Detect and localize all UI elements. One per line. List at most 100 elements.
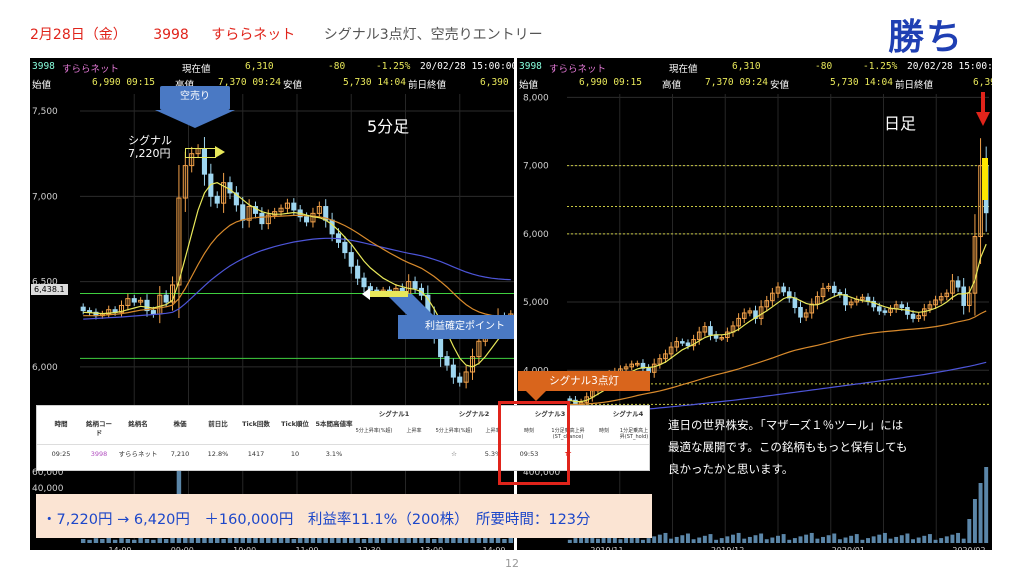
signal-price-label: シグナル 7,220円 (128, 134, 172, 160)
table-header-cell: Tick回数 (242, 420, 270, 428)
short-sell-label: 空売り (180, 91, 210, 102)
candle-body (685, 342, 691, 347)
candle-body (259, 212, 265, 225)
result-label: 勝ち (888, 17, 965, 58)
page-number: 12 (505, 557, 519, 570)
volume-bar (567, 539, 572, 543)
trade-note: シグナル3点灯、空売りエントリー (323, 27, 543, 43)
table-header-cell: 前日比 (208, 420, 228, 428)
volume-bar (691, 539, 696, 543)
volume-bar (502, 539, 507, 543)
volume-bar (899, 535, 904, 543)
short-sell-arrow-icon (155, 110, 235, 128)
table-data-cell: 10 (290, 450, 300, 458)
candle-body (708, 326, 713, 336)
table-header-cell: 5本間高値率 (315, 420, 353, 428)
signal-arrow-head-icon (215, 146, 225, 158)
slide-header: 2月28日（金） 3998 すららネット シグナル3点灯、空売りエントリー (30, 24, 543, 44)
candle-body (831, 285, 837, 293)
table-data-cell: すららネット (118, 450, 158, 458)
table-sub-header: 時刻 (598, 428, 609, 434)
volume-bar (640, 539, 645, 543)
candle-body (329, 219, 335, 235)
candle-body (355, 265, 361, 279)
volume-bar (781, 534, 786, 543)
signal-label-line1: シグナル (128, 134, 172, 147)
table-sub-header: 5分上昇率(%超) (435, 428, 473, 434)
table-header-cell: Tick順位 (281, 420, 309, 428)
volume-bar (894, 536, 899, 543)
signal-label-line2: 7,220円 (128, 147, 171, 160)
volume-bar (646, 538, 651, 543)
volume-bar (100, 539, 105, 543)
volume-bar (714, 539, 719, 543)
table-sub-header: 5分上昇率(%超) (355, 428, 393, 434)
volume-bar (652, 536, 657, 543)
candle-body (412, 281, 418, 289)
comment-line2: 最適な展開です。この銘柄ももっと保有しても (668, 440, 908, 454)
volume-bar (978, 483, 983, 543)
signal-arrow-icon (185, 148, 216, 158)
x-tick-label: 2019/12 (711, 546, 744, 550)
volume-bar (950, 534, 955, 543)
candle-body (304, 216, 310, 223)
volume-bar (933, 539, 938, 543)
volume-bar (849, 535, 854, 543)
volume-bar (163, 539, 169, 543)
down-arrow-icon (981, 92, 985, 114)
volume-bar (657, 534, 662, 543)
table-data-cell: 3998 (90, 450, 108, 458)
x-tick-label: 09:00 (171, 546, 194, 550)
x-tick-label: 14:00 (482, 546, 505, 550)
volume-bar (939, 538, 944, 543)
volume-bar (860, 539, 865, 543)
x-tick-label: 2020/02 (952, 546, 985, 550)
y-tick-label: 6,000 (523, 230, 549, 240)
volume-bar (972, 499, 977, 543)
volume-bar (595, 538, 600, 543)
volume-bar (674, 536, 679, 543)
volume-bar (380, 537, 386, 543)
y-tick-label: 6,000 (32, 363, 58, 373)
volume-bar (310, 537, 316, 543)
volume-bar (854, 534, 859, 543)
gain-summary-box: ・7,220円 → 6,420円 ＋160,000円 利益率11.1%（200株… (36, 494, 652, 538)
volume-bar (119, 538, 124, 543)
volume-bar (697, 537, 702, 543)
take-profit-label: 利益確定ポイント (425, 321, 505, 332)
table-header-cell: 時間 (54, 420, 68, 428)
profit-arrow-head-icon (362, 288, 370, 300)
volume-bar (984, 467, 989, 543)
volume-bar (93, 538, 99, 543)
volume-bar (573, 538, 578, 543)
table-group-header: シグナル4 (612, 410, 644, 418)
candle-body (680, 341, 685, 344)
candle-body (781, 286, 786, 293)
x-tick-label: 14:00 (108, 546, 131, 550)
table-sub-header: 1分足乗高上昇(ST_hold) (619, 428, 649, 440)
volume-bar (826, 535, 831, 543)
volume-bar (151, 539, 156, 543)
candle-body (961, 286, 966, 306)
comment-line1: 連日の世界株安。「マザーズ１％ツール」には (668, 418, 904, 432)
y-tick-label: 5,000 (523, 298, 549, 308)
x-tick-label: 13:00 (420, 546, 443, 550)
signal3-highlight-box (498, 401, 570, 485)
volume-bar (837, 539, 842, 543)
volume-bar (431, 539, 437, 543)
volume-bar (618, 539, 623, 543)
candle-body (163, 294, 169, 303)
signal3-callout: シグナル3点灯 (518, 371, 650, 391)
volume-bar (877, 534, 882, 543)
comment-text: 連日の世界株安。「マザーズ１％ツール」には 最適な展開です。この銘柄ももっと保有… (668, 414, 968, 480)
table-header-cell: 銘柄名 (128, 420, 148, 428)
volume-bar (221, 539, 226, 543)
short-sell-callout: 空売り (160, 86, 230, 110)
candle-body (291, 202, 297, 211)
volume-bar (708, 534, 713, 543)
x-tick-label: 12:30 (358, 546, 381, 550)
volume-bar (787, 539, 792, 543)
volume-bar (157, 538, 163, 543)
table-data-cell: ☆ (451, 450, 457, 458)
candle-body (361, 277, 367, 288)
